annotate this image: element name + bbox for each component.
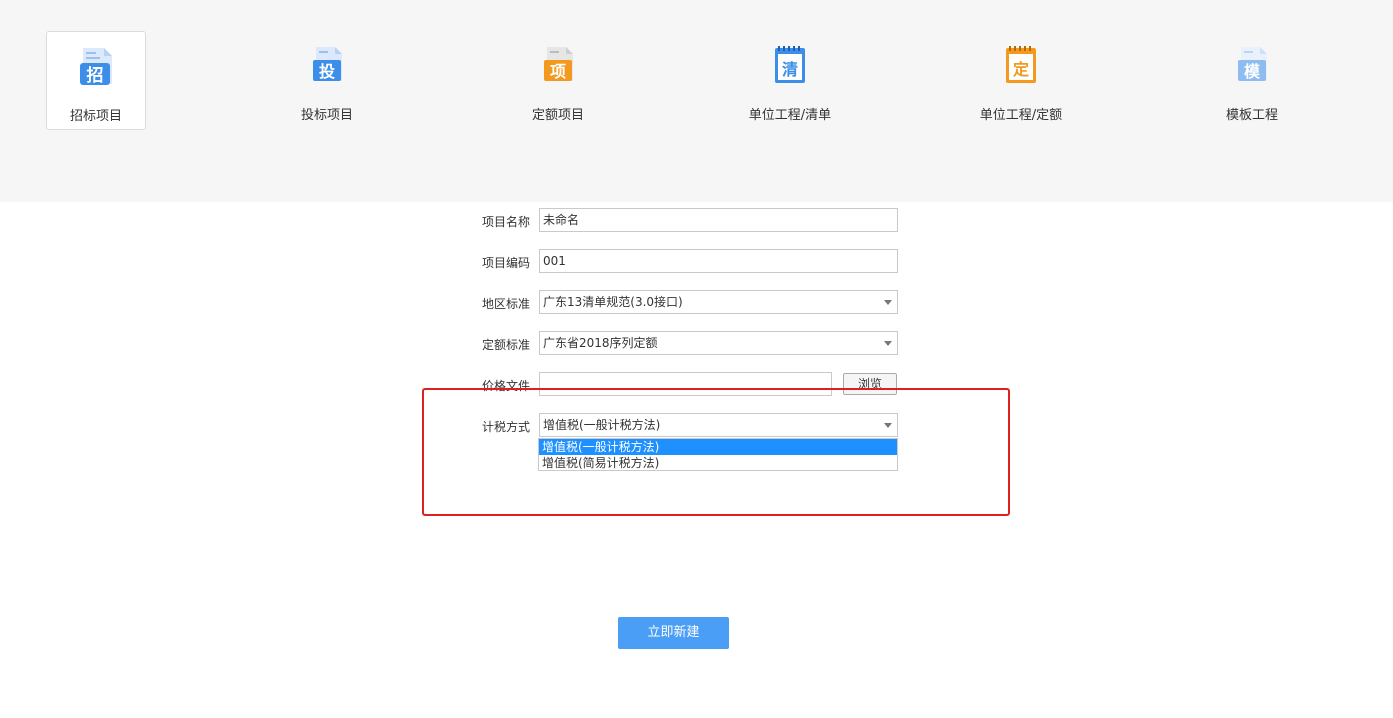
project-code-label: 项目编码 <box>481 256 530 270</box>
mo-icon: 模 <box>1238 47 1267 81</box>
svg-text:招: 招 <box>87 65 104 86</box>
project-code-input[interactable]: 001 <box>539 249 898 273</box>
qing-icon: 清 <box>775 46 805 83</box>
ding-icon: 定 <box>1006 46 1036 83</box>
quota-standard-select[interactable]: 广东省2018序列定额 <box>539 331 898 355</box>
template-bar: 招 招标项目 投 投标项目 项 定额项目 清 单位工程/清单 定 单位工程/定额… <box>0 0 1393 202</box>
region-standard-label: 地区标准 <box>481 297 530 311</box>
chevron-down-icon <box>884 341 892 346</box>
region-standard-value: 广东13清单规范(3.0接口) <box>543 295 683 309</box>
region-standard-select[interactable]: 广东13清单规范(3.0接口) <box>539 290 898 314</box>
tile-label: 招标项目 <box>69 109 122 124</box>
zhao-icon: 招 <box>80 48 112 86</box>
xiang-icon: 项 <box>544 47 573 81</box>
svg-text:投: 投 <box>319 62 335 81</box>
annotation-highlight <box>422 388 1010 516</box>
tile-unit-quota[interactable]: 定 单位工程/定额 <box>971 31 1071 130</box>
svg-text:模: 模 <box>1244 62 1261 81</box>
quota-standard-value: 广东省2018序列定额 <box>543 336 658 350</box>
tile-label: 单位工程/清单 <box>748 108 832 123</box>
tile-tender-project[interactable]: 招 招标项目 <box>46 31 146 130</box>
tile-label: 定额项目 <box>531 108 584 123</box>
svg-text:项: 项 <box>550 62 566 81</box>
tile-label: 模板工程 <box>1225 108 1278 123</box>
chevron-down-icon <box>884 300 892 305</box>
tile-label: 投标项目 <box>300 108 353 123</box>
tile-bid-project[interactable]: 投 投标项目 <box>277 31 377 130</box>
tile-unit-list[interactable]: 清 单位工程/清单 <box>740 31 840 130</box>
quota-standard-label: 定额标准 <box>481 338 530 352</box>
project-name-label: 项目名称 <box>481 215 530 229</box>
tile-label: 单位工程/定额 <box>979 108 1063 123</box>
project-name-input[interactable]: 未命名 <box>539 208 898 232</box>
tou-icon: 投 <box>313 47 342 81</box>
tile-template-project[interactable]: 模 模板工程 <box>1202 31 1302 130</box>
create-now-button[interactable]: 立即新建 <box>618 617 729 649</box>
tile-quota-project[interactable]: 项 定额项目 <box>508 31 608 130</box>
svg-text:定: 定 <box>1012 60 1029 79</box>
svg-text:清: 清 <box>782 60 798 79</box>
